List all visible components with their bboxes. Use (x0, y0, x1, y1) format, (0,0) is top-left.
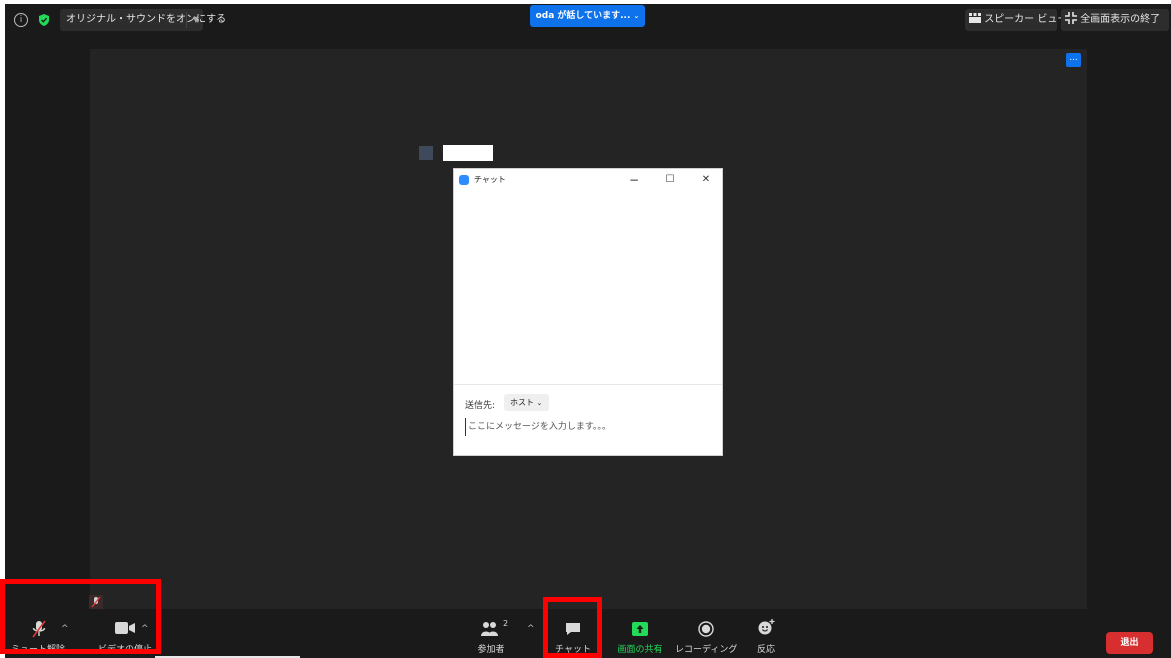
chat-message-list (454, 191, 722, 384)
participants-count: 2 (503, 619, 509, 628)
chat-title-bar[interactable]: チャット − ☐ ✕ (454, 169, 722, 191)
record-label: レコーディング (675, 645, 738, 655)
meeting-toolbar: ミュート解除 ^ ビデオの停止 ^ 2 参加者 ^ チャット 画面の共有 レコー… (5, 610, 1171, 658)
reactions-button[interactable]: 反応 (750, 610, 782, 658)
divider (454, 384, 722, 385)
exit-fullscreen-icon (1065, 12, 1077, 24)
chevron-down-icon[interactable]: ▼ (193, 9, 199, 31)
participants-icon (481, 622, 498, 636)
leave-meeting-button[interactable]: 退出 (1106, 632, 1153, 654)
share-screen-label: 画面の共有 (617, 645, 663, 655)
send-to-label: 送信先: (465, 401, 496, 411)
chat-window: チャット − ☐ ✕ 送信先: ホスト ⌄ (453, 168, 723, 456)
chat-label: チャット (555, 645, 591, 655)
chat-message-input[interactable] (465, 418, 716, 436)
share-screen-icon (632, 622, 648, 636)
participants-button[interactable]: 2 参加者 (471, 610, 511, 658)
exit-fullscreen-button[interactable]: 全画面表示の終了 (1061, 9, 1169, 31)
record-button[interactable]: レコーディング (675, 610, 737, 658)
audio-options-caret-icon[interactable]: ^ (61, 624, 69, 634)
info-icon[interactable]: i (14, 13, 28, 27)
stop-video-button[interactable]: ビデオの停止 (95, 610, 155, 658)
reactions-label: 反応 (756, 645, 775, 655)
mute-button[interactable]: ミュート解除 (11, 610, 65, 658)
zoom-logo-icon (459, 175, 469, 185)
participants-options-caret-icon[interactable]: ^ (527, 624, 535, 634)
close-button[interactable]: ✕ (696, 171, 716, 189)
maximize-button[interactable]: ☐ (660, 171, 680, 189)
grid-view-icon (969, 13, 981, 23)
divider (186, 12, 187, 28)
recipient-select[interactable]: ホスト ⌄ (504, 394, 549, 411)
mute-label: ミュート解除 (11, 645, 66, 655)
minimize-button[interactable]: − (624, 171, 644, 189)
recipient-value: ホスト (510, 398, 534, 407)
video-options-caret-icon[interactable]: ^ (141, 624, 149, 634)
muted-mic-icon (32, 620, 46, 638)
top-bar: i オリジナル・サウンドをオンにする ▼ oda が話しています... ⌄ スピ… (5, 4, 1171, 38)
participant-name-redacted (443, 145, 493, 161)
chat-button[interactable]: チャット (551, 610, 595, 658)
share-screen-button[interactable]: 画面の共有 (610, 610, 670, 658)
zoom-meeting-window: i オリジナル・サウンドをオンにする ▼ oda が話しています... ⌄ スピ… (5, 4, 1171, 658)
speaker-view-button[interactable]: スピーカー ビュー (965, 9, 1067, 31)
muted-mic-indicator-icon (89, 595, 103, 609)
chevron-down-icon: ⌄ (536, 399, 543, 407)
participants-label: 参加者 (477, 645, 505, 655)
chevron-down-icon: ⌄ (633, 12, 640, 20)
speaker-view-label: スピーカー ビュー (984, 14, 1068, 25)
shield-icon[interactable] (37, 13, 51, 27)
more-options-button[interactable]: ... (1066, 53, 1081, 67)
add-reaction-icon (758, 619, 775, 635)
stop-video-label: ビデオの停止 (97, 645, 152, 655)
original-sound-button[interactable]: オリジナル・サウンドをオンにする ▼ (60, 9, 226, 31)
record-icon (698, 621, 714, 637)
participant-avatar (419, 146, 433, 160)
video-camera-icon (115, 622, 135, 634)
chat-title: チャット (474, 175, 506, 184)
chat-bubble-icon (566, 623, 580, 635)
original-sound-label: オリジナル・サウンドをオンにする (66, 14, 227, 25)
speaking-indicator[interactable]: oda が話しています... ⌄ (530, 5, 645, 27)
speaking-indicator-label: oda が話しています... (535, 11, 631, 21)
exit-fullscreen-label: 全画面表示の終了 (1080, 14, 1161, 25)
